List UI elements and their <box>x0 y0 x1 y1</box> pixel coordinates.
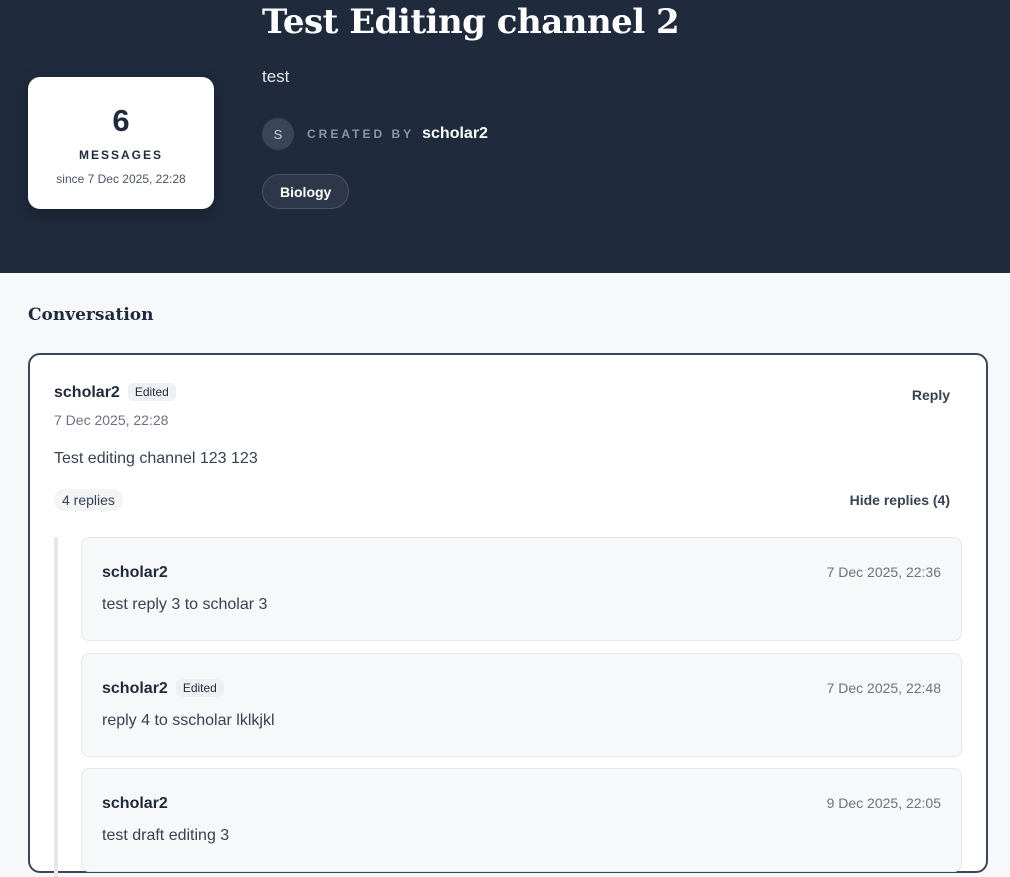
creator-name[interactable]: scholar2 <box>422 125 488 143</box>
reply-body: test reply 3 to scholar 3 <box>102 596 268 613</box>
reply-body: reply 4 to sscholar lklkjkl <box>102 712 275 729</box>
thread-line <box>54 537 58 877</box>
created-by-label: CREATED BY <box>307 127 415 141</box>
reply-item: scholar2 7 Dec 2025, 22:36 test reply 3 … <box>81 537 962 641</box>
reply-button[interactable]: Reply <box>912 387 950 403</box>
conversation-heading: Conversation <box>28 305 154 325</box>
reply-header: scholar2 Edited <box>102 678 224 698</box>
creator-row: S CREATED BY scholar2 <box>262 118 488 150</box>
topic-tag[interactable]: Biology <box>262 174 350 209</box>
reply-author: scholar2 <box>102 564 168 581</box>
message-author: scholar2 <box>54 384 120 401</box>
replies-count: 4 replies <box>54 489 123 511</box>
hide-replies-button[interactable]: Hide replies (4) <box>850 492 950 508</box>
message-header: scholar2 Edited <box>54 382 176 402</box>
reply-author: scholar2 <box>102 680 168 697</box>
edited-badge: Edited <box>127 383 176 401</box>
reply-timestamp: 7 Dec 2025, 22:48 <box>826 680 941 696</box>
reply-item: scholar2 9 Dec 2025, 22:05 test draft ed… <box>81 768 962 872</box>
edited-badge: Edited <box>175 679 224 697</box>
channel-description: test <box>262 67 290 86</box>
reply-header: scholar2 <box>102 562 168 582</box>
message-body: Test editing channel 123 123 <box>54 450 258 467</box>
message-count-label: MESSAGES <box>78 148 163 162</box>
message-count-since: since 7 Dec 2025, 22:28 <box>56 172 186 186</box>
reply-timestamp: 7 Dec 2025, 22:36 <box>826 564 941 580</box>
reply-item: scholar2 Edited 7 Dec 2025, 22:48 reply 4… <box>81 653 962 757</box>
channel-header: 6 MESSAGES since 7 Dec 2025, 22:28 Test … <box>0 0 1010 273</box>
reply-header: scholar2 <box>102 793 168 813</box>
reply-timestamp: 9 Dec 2025, 22:05 <box>826 795 941 811</box>
creator-avatar: S <box>262 118 294 150</box>
message-count: 6 <box>112 103 130 138</box>
message-timestamp: 7 Dec 2025, 22:28 <box>54 412 169 428</box>
reply-author: scholar2 <box>102 795 168 812</box>
message-count-card: 6 MESSAGES since 7 Dec 2025, 22:28 <box>28 77 214 209</box>
channel-title: Test Editing channel 2 <box>262 2 680 42</box>
message-card: scholar2 Edited 7 Dec 2025, 22:28 Reply T… <box>28 353 988 877</box>
reply-body: test draft editing 3 <box>102 827 230 844</box>
